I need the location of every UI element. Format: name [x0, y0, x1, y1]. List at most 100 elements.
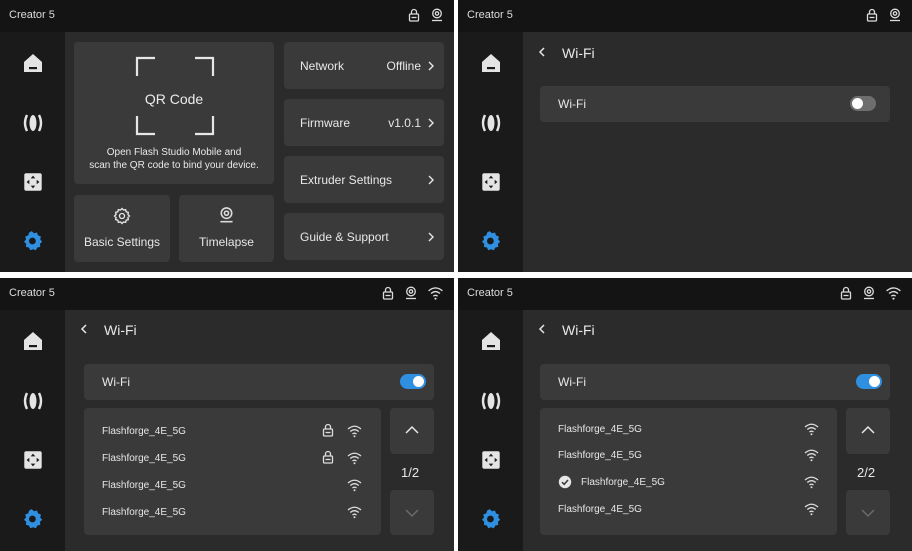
move-axis-icon — [480, 171, 502, 193]
menu-firmware-label: Firmware — [300, 116, 350, 130]
list-item-connected[interactable]: Flashforge_4E_5G — [540, 469, 837, 495]
page-down-button[interactable] — [846, 490, 890, 535]
nav-move-axis[interactable] — [477, 446, 505, 474]
sidebar-nav — [0, 310, 65, 551]
nav-filament[interactable] — [477, 387, 505, 415]
wifi-label: Wi-Fi — [102, 375, 130, 389]
move-axis-icon — [480, 449, 502, 471]
home-icon — [21, 329, 45, 353]
nav-settings[interactable] — [19, 505, 47, 533]
nav-home[interactable] — [477, 327, 505, 355]
list-item[interactable]: Flashforge_4E_5G — [84, 418, 381, 444]
network-name: Flashforge_4E_5G — [102, 426, 186, 437]
nav-filament[interactable] — [19, 109, 47, 137]
menu-extruder-settings[interactable]: Extruder Settings — [284, 156, 444, 203]
camera-icon — [218, 206, 235, 224]
menu-guide-support[interactable]: Guide & Support — [284, 213, 444, 260]
wifi-toggle[interactable] — [856, 374, 882, 389]
toggle-knob — [852, 98, 863, 109]
lock-icon — [865, 7, 879, 23]
move-axis-icon — [22, 449, 44, 471]
move-axis-icon — [22, 171, 44, 193]
device-name: Creator 5 — [467, 287, 513, 299]
page-title: Wi-Fi — [104, 322, 137, 338]
wifi-toggle-row: Wi-Fi — [540, 86, 890, 122]
top-bar: Creator 5 — [0, 0, 454, 32]
qr-code-card[interactable]: QR Code Open Flash Studio Mobile and sca… — [74, 42, 274, 184]
nav-settings[interactable] — [19, 227, 47, 255]
page-up-button[interactable] — [846, 408, 890, 454]
wifi-toggle[interactable] — [850, 96, 876, 111]
page-up-button[interactable] — [390, 408, 434, 454]
nav-home[interactable] — [477, 49, 505, 77]
timelapse-button[interactable]: Timelapse — [179, 195, 274, 262]
nav-home[interactable] — [19, 327, 47, 355]
lock-icon — [321, 423, 335, 437]
menu-extruder-label: Extruder Settings — [300, 173, 393, 187]
qr-code-title: QR Code — [144, 91, 204, 107]
chevron-up-icon — [405, 425, 419, 434]
nav-filament[interactable] — [19, 387, 47, 415]
firmware-version-value: v1.0.1 — [388, 116, 421, 130]
page-down-button[interactable] — [390, 490, 434, 535]
filament-icon — [479, 111, 503, 135]
settings-gear-icon — [479, 507, 503, 531]
device-name: Creator 5 — [9, 9, 55, 21]
wifi-label: Wi-Fi — [558, 375, 586, 389]
wifi-label: Wi-Fi — [558, 97, 586, 111]
network-status-value: Offline — [386, 59, 421, 73]
top-bar: Creator 5 — [0, 278, 454, 310]
network-name: Flashforge_4E_5G — [558, 424, 642, 435]
settings-gear-icon — [21, 229, 45, 253]
basic-settings-gear-icon — [112, 206, 132, 226]
nav-settings[interactable] — [477, 227, 505, 255]
list-item[interactable]: Flashforge_4E_5G — [84, 499, 381, 525]
list-item[interactable]: Flashforge_4E_5G — [540, 442, 837, 468]
wifi-signal-icon — [346, 478, 363, 492]
settings-gear-icon — [479, 229, 503, 253]
nav-home[interactable] — [19, 49, 47, 77]
nav-settings[interactable] — [477, 505, 505, 533]
menu-guide-label: Guide & Support — [300, 230, 389, 244]
list-item[interactable]: Flashforge_4E_5G — [84, 472, 381, 498]
nav-move-axis[interactable] — [19, 446, 47, 474]
chevron-down-icon — [861, 509, 875, 518]
back-chevron-icon[interactable] — [537, 323, 547, 335]
list-item[interactable]: Flashforge_4E_5G — [540, 416, 837, 442]
nav-filament[interactable] — [477, 109, 505, 137]
nav-move-axis[interactable] — [477, 168, 505, 196]
wifi-network-list: Flashforge_4E_5G Flashforge_4E_5G Flashf… — [540, 408, 837, 535]
wifi-status-icon — [885, 285, 902, 301]
panel-wifi-list-page2: Creator 5 Wi-Fi Wi-Fi Flashforge_4E_5G F… — [458, 278, 912, 551]
filament-icon — [21, 111, 45, 135]
page-title: Wi-Fi — [562, 322, 595, 338]
wifi-signal-icon — [803, 448, 820, 462]
filament-icon — [21, 389, 45, 413]
chevron-up-icon — [861, 425, 875, 434]
list-item[interactable]: Flashforge_4E_5G — [540, 496, 837, 522]
panel-wifi-off: Creator 5 Wi-Fi Wi-Fi — [458, 0, 912, 272]
camera-icon — [404, 285, 418, 301]
menu-network[interactable]: Network Offline — [284, 42, 444, 89]
nav-move-axis[interactable] — [19, 168, 47, 196]
camera-icon — [430, 7, 444, 23]
wifi-network-list: Flashforge_4E_5G Flashforge_4E_5G Flashf… — [84, 408, 381, 535]
menu-firmware[interactable]: Firmware v1.0.1 — [284, 99, 444, 146]
back-chevron-icon[interactable] — [79, 323, 89, 335]
qr-instruction-line2: scan the QR code to bind your device. — [89, 160, 259, 171]
chevron-down-icon — [405, 509, 419, 518]
page-indicator: 1/2 — [401, 465, 420, 480]
chevron-right-icon — [426, 174, 436, 186]
basic-settings-button[interactable]: Basic Settings — [74, 195, 170, 262]
panel-settings-home: Creator 5 QR Code Open Flash Studio Mobi… — [0, 0, 454, 272]
device-name: Creator 5 — [467, 9, 513, 21]
network-name: Flashforge_4E_5G — [558, 450, 642, 461]
lock-icon — [407, 7, 421, 23]
list-item[interactable]: Flashforge_4E_5G — [84, 445, 381, 471]
lock-icon — [839, 285, 853, 301]
toggle-knob — [413, 376, 424, 387]
wifi-toggle[interactable] — [400, 374, 426, 389]
wifi-signal-icon — [346, 505, 363, 519]
sidebar-nav — [458, 310, 523, 551]
back-chevron-icon[interactable] — [537, 46, 547, 58]
